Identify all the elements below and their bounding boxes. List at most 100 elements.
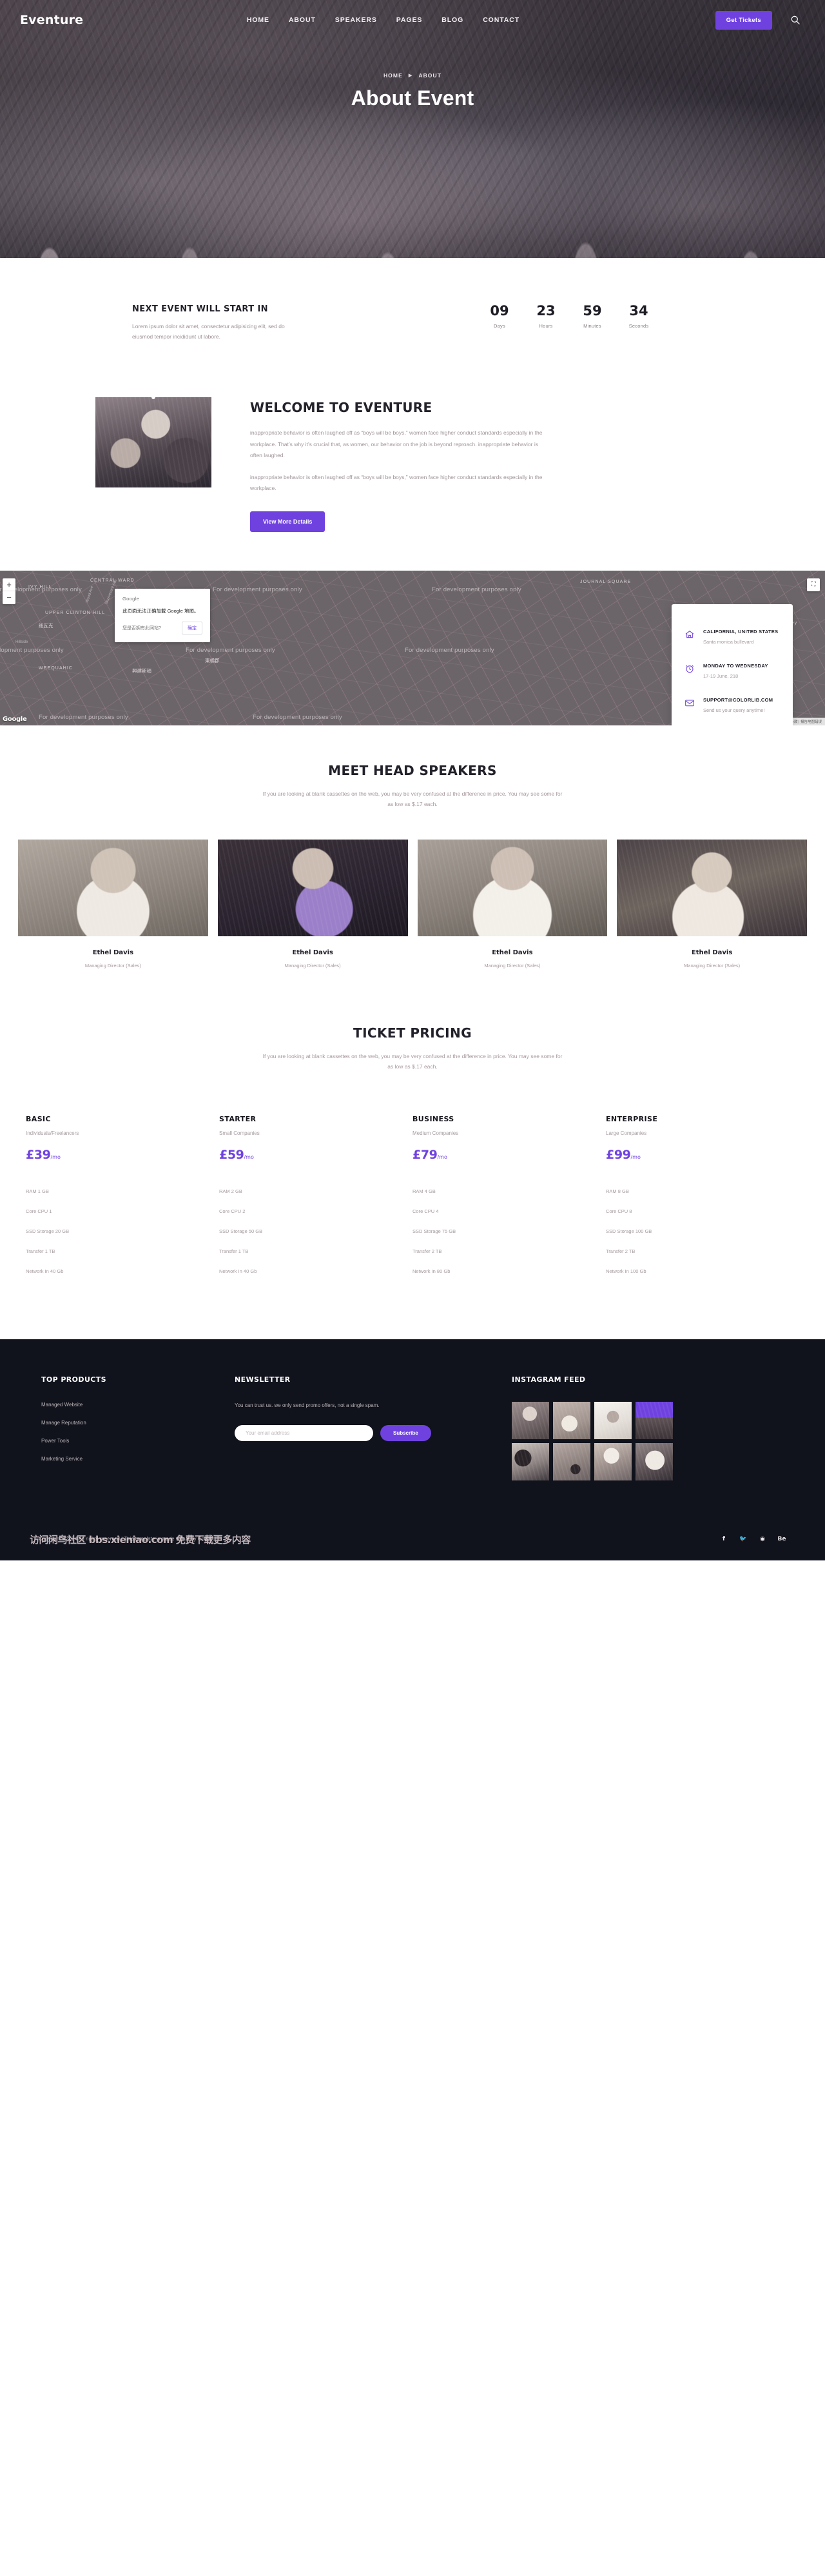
- countdown-title: NEXT EVENT WILL START IN: [132, 304, 268, 314]
- map-cjk-label: 興建斯頓: [132, 667, 151, 674]
- nav-item-home[interactable]: HOME: [247, 16, 269, 24]
- speaker-card[interactable]: Ethel Davis Managing Director (Sales): [18, 839, 208, 968]
- speakers-grid: Ethel Davis Managing Director (Sales) Et…: [0, 839, 825, 968]
- page-title: About Event: [351, 86, 474, 110]
- speaker-photo: [617, 839, 807, 936]
- map-error-confirm-button[interactable]: 确定: [182, 621, 202, 634]
- plan-features: RAM 8 GB Core CPU 8 SSD Storage 100 GB T…: [606, 1181, 789, 1281]
- plan-price: £79/mo: [412, 1148, 596, 1162]
- nav-item-pages[interactable]: PAGES: [396, 16, 422, 24]
- map-zoom-controls[interactable]: + −: [3, 578, 15, 604]
- speaker-name: Ethel Davis: [691, 949, 733, 956]
- pricing-plan-basic[interactable]: BASIC Individuals/Freelancers £39/mo RAM…: [26, 1115, 219, 1281]
- plan-feature: SSD Storage 50 GB: [219, 1228, 263, 1234]
- twitter-icon[interactable]: 🐦: [739, 1535, 748, 1544]
- speaker-photo: [217, 839, 408, 936]
- hero-content: HOME ▶ ABOUT About Event: [0, 40, 825, 110]
- pricing-section: TICKET PRICING If you are looking at bla…: [0, 975, 825, 1339]
- plan-feature: Network In 80 Gb: [412, 1268, 451, 1274]
- countdown-minutes-label: Minutes: [583, 323, 601, 329]
- plan-feature: Transfer 1 TB: [26, 1248, 55, 1254]
- plan-feature: SSD Storage 75 GB: [412, 1228, 456, 1234]
- newsletter-email-input[interactable]: [235, 1424, 373, 1441]
- instagram-thumbnail[interactable]: [636, 1401, 673, 1439]
- newsletter-subscribe-button[interactable]: Subscribe: [380, 1424, 431, 1441]
- instagram-thumbnail[interactable]: [594, 1401, 632, 1439]
- behance-icon[interactable]: Be: [777, 1535, 786, 1544]
- google-logo: Google: [3, 715, 27, 723]
- breadcrumb-home[interactable]: HOME: [383, 72, 403, 79]
- site-logo[interactable]: Eventure: [20, 13, 83, 27]
- map-fullscreen-button[interactable]: ⛶: [807, 578, 820, 591]
- map-road-hillside: Hillside: [15, 640, 28, 644]
- speaker-card[interactable]: Ethel Davis Managing Director (Sales): [217, 839, 408, 968]
- speaker-role: Managing Director (Sales): [84, 962, 141, 968]
- breadcrumb-separator-icon: ▶: [408, 74, 413, 78]
- footer-link-manage-reputation[interactable]: Manage Reputation: [41, 1420, 235, 1426]
- countdown-text-block: NEXT EVENT WILL START IN Lorem ipsum dol…: [77, 304, 380, 342]
- plan-feature: RAM 8 GB: [606, 1188, 629, 1194]
- speakers-title: MEET HEAD SPEAKERS: [328, 762, 497, 778]
- plan-price-period: /mo: [630, 1154, 641, 1160]
- speaker-name: Ethel Davis: [92, 949, 134, 956]
- welcome-section: WELCOME TO EVENTURE inappropriate behavi…: [0, 392, 825, 570]
- plan-features: RAM 2 GB Core CPU 2 SSD Storage 50 GB Tr…: [219, 1181, 402, 1281]
- footer-link-marketing-service[interactable]: Marketing Service: [41, 1456, 235, 1462]
- speaker-card[interactable]: Ethel Davis Managing Director (Sales): [417, 839, 608, 968]
- plan-price-value: £79: [412, 1147, 438, 1162]
- map-watermark: For development purposes only: [0, 646, 64, 654]
- instagram-thumbnail[interactable]: [553, 1442, 590, 1480]
- map-zoom-in-button[interactable]: +: [3, 578, 15, 591]
- plan-feature: Network In 100 Gb: [606, 1268, 646, 1274]
- contact-hours-sub: 17-19 June, 218: [703, 673, 739, 679]
- plan-feature: Transfer 1 TB: [219, 1248, 249, 1254]
- pricing-plan-business[interactable]: BUSINESS Medium Companies £79/mo RAM 4 G…: [412, 1115, 606, 1281]
- nav-item-speakers[interactable]: SPEAKERS: [335, 16, 377, 24]
- pricing-grid: BASIC Individuals/Freelancers £39/mo RAM…: [0, 1115, 825, 1281]
- instagram-thumbnail[interactable]: [594, 1442, 632, 1480]
- plan-price: £39/mo: [26, 1148, 209, 1162]
- countdown-seconds-value: 34: [629, 303, 648, 319]
- countdown-minutes-value: 59: [583, 303, 602, 319]
- map-error-message: 此页面无法正确加载 Google 地图。: [122, 607, 199, 614]
- instagram-thumbnail[interactable]: [636, 1442, 673, 1480]
- dribbble-icon[interactable]: ◉: [758, 1535, 767, 1544]
- footer-link-power-tools[interactable]: Power Tools: [41, 1438, 235, 1444]
- plan-feature: RAM 2 GB: [219, 1188, 242, 1194]
- footer-newsletter-note: You can trust us. we only send promo off…: [235, 1402, 380, 1408]
- speakers-subtitle: If you are looking at blank cassettes on…: [262, 790, 563, 808]
- map-zoom-out-button[interactable]: −: [3, 591, 15, 604]
- countdown-minutes: 59 Minutes: [581, 304, 603, 329]
- plan-price: £59/mo: [219, 1148, 402, 1162]
- instagram-thumbnail[interactable]: [512, 1442, 549, 1480]
- clock-icon: [686, 665, 694, 673]
- nav-item-contact[interactable]: CONTACT: [483, 16, 519, 24]
- social-links: f 🐦 ◉ Be: [719, 1535, 786, 1544]
- contact-item-address: CALIFORNIA, UNITED STATES Santa monica b…: [684, 629, 779, 645]
- newsletter-form: Subscribe: [235, 1424, 512, 1441]
- footer-instagram-title: INSTAGRAM FEED: [512, 1375, 586, 1384]
- pricing-plan-starter[interactable]: STARTER Small Companies £59/mo RAM 2 GB …: [219, 1115, 412, 1281]
- countdown-days-value: 09: [490, 303, 509, 319]
- about-event-page: Eventure HOME ABOUT SPEAKERS PAGES BLOG …: [0, 0, 825, 1560]
- instagram-thumbnail[interactable]: [553, 1401, 590, 1439]
- speaker-card[interactable]: Ethel Davis Managing Director (Sales): [617, 839, 807, 968]
- get-tickets-button[interactable]: Get Tickets: [715, 10, 772, 30]
- plan-name: ENTERPRISE: [606, 1114, 658, 1123]
- instagram-feed-grid: [512, 1401, 784, 1480]
- plan-audience: Individuals/Freelancers: [26, 1130, 79, 1136]
- map-label-upper-clinton-hill: UPPER CLINTON HILL: [45, 610, 106, 615]
- instagram-thumbnail[interactable]: [512, 1401, 549, 1439]
- map-section[interactable]: For development purposes only For develo…: [0, 570, 825, 725]
- view-more-details-button[interactable]: View More Details: [250, 511, 325, 532]
- image-marker-dot: [151, 397, 155, 400]
- pricing-plan-enterprise[interactable]: ENTERPRISE Large Companies £99/mo RAM 8 …: [606, 1115, 799, 1281]
- plan-name: BUSINESS: [412, 1114, 454, 1123]
- contact-email-title[interactable]: SUPPORT@COLORLIB.COM: [703, 697, 773, 703]
- welcome-paragraph-2: inappropriate behavior is often laughed …: [250, 473, 543, 492]
- nav-item-about[interactable]: ABOUT: [289, 16, 316, 24]
- footer-link-managed-website[interactable]: Managed Website: [41, 1402, 235, 1408]
- search-icon[interactable]: [790, 15, 801, 25]
- facebook-icon[interactable]: f: [719, 1535, 728, 1544]
- nav-item-blog[interactable]: BLOG: [442, 16, 463, 24]
